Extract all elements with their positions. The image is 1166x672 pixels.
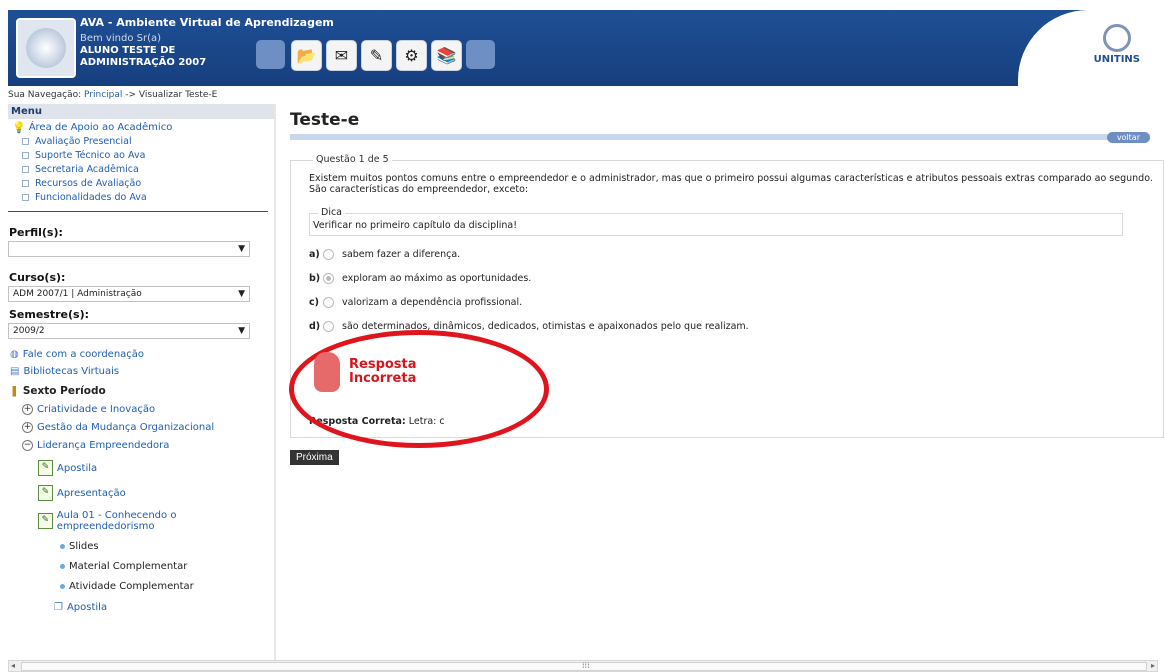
lightbulb-icon: 💡	[12, 121, 26, 134]
main-content: Teste-e voltar Questão 1 de 5 Existem mu…	[289, 108, 1164, 465]
app-header: AVA - Ambiente Virtual de Aprendizagem B…	[8, 10, 1158, 86]
tree-item-atividade[interactable]: Atividade Complementar	[60, 581, 274, 592]
logo	[16, 18, 76, 78]
radio-d[interactable]	[323, 321, 334, 332]
support-area-label: Área de Apoio ao Acadêmico	[28, 122, 173, 133]
back-button[interactable]: voltar	[1106, 132, 1150, 143]
menu-header: Menu	[8, 104, 274, 119]
radio-b[interactable]	[323, 273, 334, 284]
bullet-icon	[60, 544, 65, 549]
profile-select[interactable]: ▼	[8, 241, 250, 257]
expand-icon[interactable]: +	[22, 422, 33, 433]
tree-item-criatividade[interactable]: + Criatividade e Inovação	[22, 404, 274, 415]
scrollbar-thumb[interactable]: ⁞⁞⁞	[21, 661, 1147, 671]
library-icon: ▤	[10, 366, 20, 377]
course-select[interactable]: ADM 2007/1 | Administração ▼	[8, 286, 250, 302]
question-counter: Questão 1 de 5	[313, 154, 392, 165]
breadcrumb-current: Visualizar Teste-E	[138, 90, 218, 100]
result-text: Resposta Incorreta	[349, 357, 417, 386]
title-bar: voltar	[290, 132, 1150, 143]
divider	[8, 211, 268, 212]
virtual-libraries-link[interactable]: ▤ Bibliotecas Virtuais	[10, 366, 274, 377]
settings-icon[interactable]: ⚙	[396, 40, 427, 71]
breadcrumb-arrow: ->	[125, 90, 137, 100]
user-name: ALUNO TESTE DE ADMINISTRAÇÃO 2007	[80, 45, 207, 68]
books-icon[interactable]: 📚	[431, 40, 462, 71]
semester-label: Semestre(s):	[9, 308, 89, 321]
document-icon: ✎	[38, 485, 53, 501]
course-label: Curso(s):	[9, 271, 66, 284]
globe-icon: ◍	[10, 349, 19, 360]
page-title: Teste-e	[290, 110, 360, 130]
expand-icon[interactable]: +	[22, 404, 33, 415]
support-area-link[interactable]: 💡 Área de Apoio ao Acadêmico	[12, 121, 274, 134]
bullet-icon	[60, 584, 65, 589]
bullet-icon	[22, 138, 29, 145]
tree-item-apostila-2[interactable]: ❐ Apostila	[54, 602, 274, 613]
breadcrumb-prefix: Sua Navegação:	[8, 90, 82, 100]
app-title: AVA - Ambiente Virtual de Aprendizagem	[80, 16, 334, 29]
sidebar-divider	[274, 104, 276, 660]
chevron-down-icon: ▼	[238, 289, 245, 299]
tree-item-gestao[interactable]: + Gestão da Mudança Organizacional	[22, 422, 274, 433]
sidebar-item-secretaria[interactable]: Secretaria Acadêmica	[22, 163, 274, 177]
period-heading: ❚ Sexto Período	[10, 385, 106, 397]
bullet-icon	[22, 194, 29, 201]
sidebar-item-recursos[interactable]: Recursos de Avaliação	[22, 177, 274, 191]
radio-c[interactable]	[323, 297, 334, 308]
books-icon: ❚	[10, 385, 19, 397]
document-icon: ✎	[38, 513, 53, 529]
tree-item-material[interactable]: Material Complementar	[60, 561, 274, 572]
contact-coordination-link[interactable]: ◍ Fale com a coordenação	[10, 349, 274, 360]
welcome-text: Bem vindo Sr(a)	[80, 33, 162, 44]
tip-legend: Dica	[318, 207, 345, 218]
tree-item-slides[interactable]: Slides	[60, 541, 274, 552]
next-button[interactable]: Próxima	[290, 450, 339, 465]
tree-item-lideranca[interactable]: − Liderança Empreendedora	[22, 440, 274, 451]
tree-item-aula[interactable]: ✎ Aula 01 - Conhecendo o empreendedorismo	[38, 510, 274, 532]
result-feedback: Resposta Incorreta	[289, 330, 1155, 448]
bullet-icon	[22, 152, 29, 159]
unitins-emblem-icon	[1102, 24, 1131, 52]
toolbar-blank-2-icon[interactable]	[466, 40, 495, 69]
tip-text: Verificar no primeiro capítulo da discip…	[313, 220, 518, 231]
sidebar: Menu 💡 Área de Apoio ao Acadêmico Avalia…	[8, 104, 274, 660]
pages-icon: ❐	[54, 602, 63, 613]
tip-box: Dica Verificar no primeiro capítulo da d…	[309, 207, 1123, 236]
chevron-down-icon: ▼	[238, 244, 245, 254]
tree-item-apresentacao[interactable]: ✎ Apresentação	[38, 485, 274, 501]
radio-a[interactable]	[323, 249, 334, 260]
document-icon: ✎	[38, 460, 53, 476]
course-tree: + Criatividade e Inovação + Gestão da Muda…	[22, 404, 274, 613]
bullet-icon	[22, 166, 29, 173]
collapse-icon[interactable]: −	[22, 440, 33, 451]
sidebar-item-funcionalidades[interactable]: Funcionalidades do Ava	[22, 191, 274, 205]
bullet-icon	[22, 180, 29, 187]
sidebar-item-suporte[interactable]: Suporte Técnico ao Ava	[22, 149, 274, 163]
question-box: Questão 1 de 5 Existem muitos pontos com…	[289, 154, 1164, 448]
toolbar-blank-1-icon[interactable]	[256, 40, 285, 69]
tools-icon[interactable]: ✎	[361, 40, 392, 71]
brand-text: UNITINS	[1093, 54, 1140, 65]
breadcrumb: Sua Navegação: Principal -> Visualizar T…	[8, 90, 217, 100]
folders-icon[interactable]: 📂	[291, 40, 322, 71]
thumbs-down-icon	[314, 352, 340, 392]
option-a[interactable]: a) sabem fazer a diferença.	[309, 249, 1155, 260]
unitins-logo: UNITINS	[1094, 24, 1140, 65]
question-text: Existem muitos pontos comuns entre o emp…	[309, 173, 1153, 195]
mail-icon[interactable]: ✉	[326, 40, 357, 71]
horizontal-scrollbar[interactable]: ◂ ⁞⁞⁞ ▸	[8, 660, 1158, 672]
semester-select[interactable]: 2009/2 ▼	[8, 323, 250, 339]
profile-label: Perfil(s):	[9, 226, 63, 239]
sidebar-item-avaliacao[interactable]: Avaliação Presencial	[22, 135, 274, 149]
option-c[interactable]: c) valorizam a dependência profissional.	[309, 297, 1155, 308]
grip-icon: ⁞⁞⁞	[582, 661, 590, 670]
bullet-icon	[60, 564, 65, 569]
breadcrumb-home-link[interactable]: Principal	[84, 90, 122, 100]
chevron-down-icon: ▼	[238, 326, 245, 336]
option-b[interactable]: b) exploram ao máximo as oportunidades.	[309, 273, 1155, 284]
scroll-left-icon[interactable]: ◂	[11, 661, 15, 670]
tree-item-apostila[interactable]: ✎ Apostila	[38, 460, 274, 476]
scroll-right-icon[interactable]: ▸	[1151, 661, 1155, 670]
